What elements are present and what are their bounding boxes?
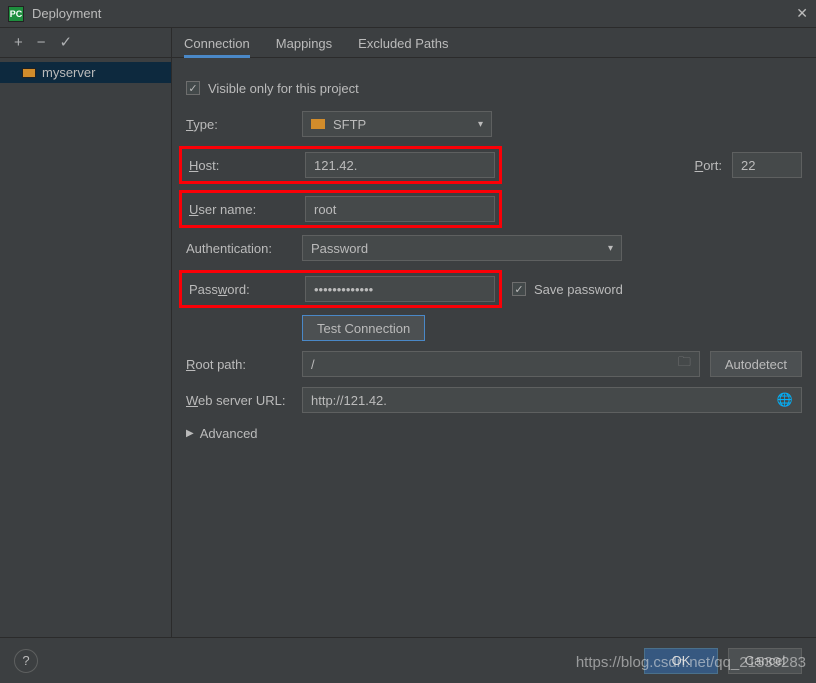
sidebar-item-server[interactable]: myserver [0, 62, 171, 83]
advanced-toggle[interactable]: ▶ Advanced [186, 426, 802, 441]
authentication-dropdown[interactable]: Password ▾ [302, 235, 622, 261]
window-title: Deployment [32, 6, 796, 21]
advanced-label: Advanced [200, 426, 258, 441]
weburl-label: Web server URL: [186, 393, 302, 408]
port-input[interactable] [732, 152, 802, 178]
sftp-icon [311, 119, 325, 129]
title-bar: PC Deployment ✕ [0, 0, 816, 28]
visible-only-label: Visible only for this project [208, 81, 359, 96]
type-dropdown[interactable]: SFTP ▾ [302, 111, 492, 137]
chevron-down-icon: ▾ [608, 243, 613, 254]
visible-only-checkbox[interactable] [186, 81, 200, 95]
save-password-checkbox[interactable] [512, 282, 526, 296]
password-label: Password: [186, 282, 305, 297]
server-list-toolbar: + − ✓ [0, 28, 172, 57]
rootpath-input[interactable]: / 🗀 [302, 351, 700, 377]
password-input[interactable] [305, 276, 495, 302]
tabs: Connection Mappings Excluded Paths [172, 28, 449, 57]
globe-icon[interactable]: 🌐 [777, 392, 793, 408]
tab-excluded-paths[interactable]: Excluded Paths [358, 30, 448, 57]
help-button[interactable]: ? [14, 649, 38, 673]
username-input[interactable] [305, 196, 495, 222]
check-icon[interactable]: ✓ [60, 35, 73, 50]
save-password-label: Save password [534, 282, 623, 297]
port-label: Port: [695, 158, 722, 173]
password-highlight: Password: [179, 270, 502, 308]
connection-panel: Visible only for this project Type: SFTP… [172, 58, 816, 637]
triangle-right-icon: ▶ [186, 428, 194, 439]
host-highlight: Host: [179, 146, 502, 184]
weburl-input[interactable]: http://121.42. 🌐 [302, 387, 802, 413]
chevron-down-icon: ▾ [478, 119, 483, 130]
remove-server-icon[interactable]: − [37, 35, 46, 50]
tab-mappings[interactable]: Mappings [276, 30, 332, 57]
autodetect-button[interactable]: Autodetect [710, 351, 802, 377]
auth-value: Password [311, 241, 368, 256]
server-sftp-icon [22, 68, 36, 78]
dialog-footer: ? OK Cancel [0, 637, 816, 683]
server-sidebar: myserver [0, 58, 172, 637]
type-label: Type: [186, 117, 302, 132]
tab-connection[interactable]: Connection [184, 30, 250, 57]
auth-label: Authentication: [186, 241, 302, 256]
add-server-icon[interactable]: + [14, 35, 23, 50]
rootpath-label: Root path: [186, 357, 302, 372]
cancel-button[interactable]: Cancel [728, 648, 802, 674]
host-input[interactable] [305, 152, 495, 178]
username-label: User name: [186, 202, 305, 217]
pycharm-icon: PC [8, 6, 24, 22]
folder-icon[interactable]: 🗀 [678, 353, 691, 375]
rootpath-value: / [311, 357, 315, 372]
test-connection-button[interactable]: Test Connection [302, 315, 425, 341]
host-label: Host: [186, 158, 305, 173]
ok-button[interactable]: OK [644, 648, 718, 674]
toolbar-row: + − ✓ Connection Mappings Excluded Paths [0, 28, 816, 58]
type-value: SFTP [333, 117, 366, 132]
username-highlight: User name: [179, 190, 502, 228]
sidebar-item-label: myserver [42, 65, 95, 80]
close-icon[interactable]: ✕ [796, 5, 808, 22]
weburl-value: http://121.42. [311, 393, 387, 408]
